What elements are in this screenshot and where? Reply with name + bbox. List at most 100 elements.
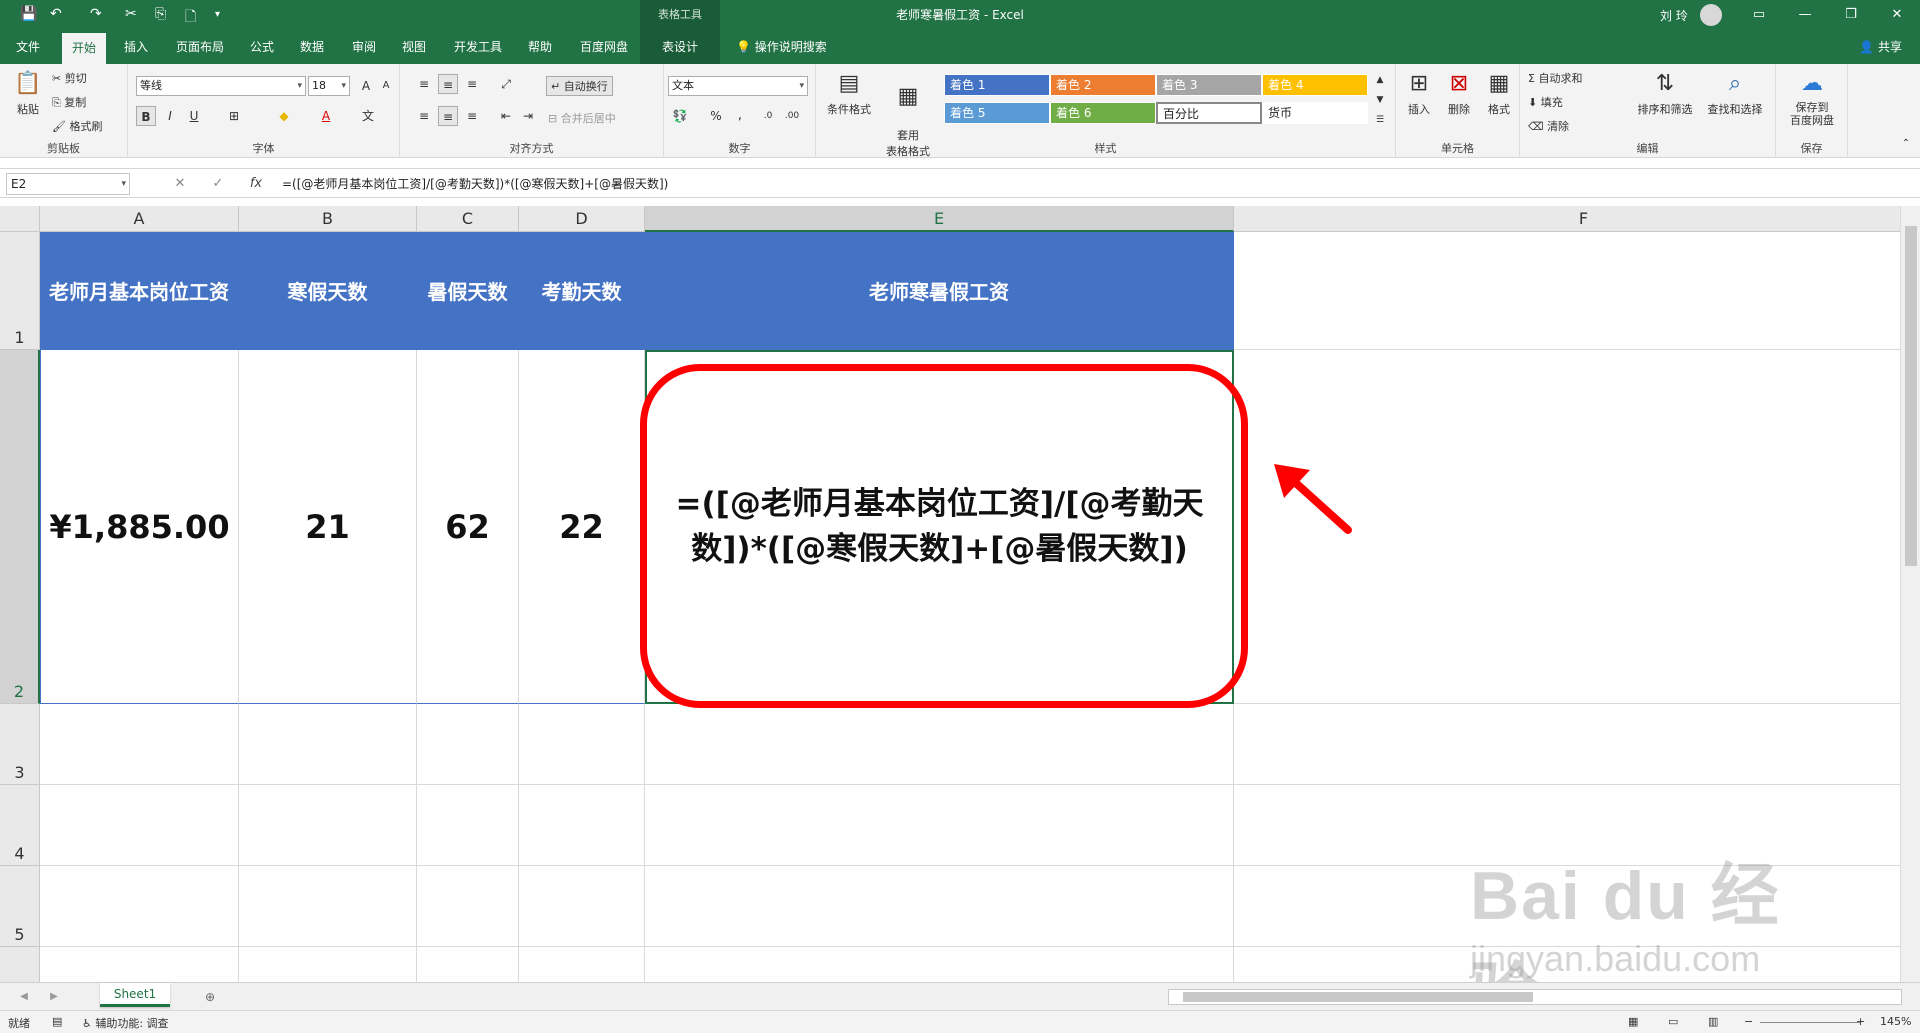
empty-cell[interactable] xyxy=(40,785,239,866)
next-sheet-icon[interactable]: ▶ xyxy=(44,987,64,1007)
collapse-ribbon-icon[interactable]: ⌃ xyxy=(1896,134,1916,154)
sheet-tab-sheet1[interactable]: Sheet1 xyxy=(100,983,170,1007)
tab-file[interactable]: 文件 xyxy=(6,30,50,64)
align-bottom-icon[interactable]: ≡ xyxy=(462,74,482,94)
find-select-button[interactable]: ⌕ 查找和选择 xyxy=(1700,70,1770,117)
increase-font-icon[interactable]: A xyxy=(356,76,376,96)
ribbon-display-icon[interactable]: ▭ xyxy=(1736,0,1782,30)
format-cells-button[interactable]: ▦ 格式 xyxy=(1480,70,1518,117)
align-middle-icon[interactable]: ≡ xyxy=(438,74,458,94)
increase-decimal-icon[interactable]: .0 xyxy=(758,106,778,126)
empty-cell[interactable] xyxy=(1234,704,1900,785)
styles-scroll-up-icon[interactable]: ▲ xyxy=(1370,70,1390,90)
table-header-cell[interactable]: 老师寒暑假工资 xyxy=(645,232,1234,350)
empty-cell[interactable] xyxy=(519,704,645,785)
save-as-icon[interactable]: ⎘ xyxy=(155,6,166,22)
empty-cell[interactable] xyxy=(645,866,1234,947)
style-accent-1[interactable]: 着色 1 xyxy=(944,74,1050,96)
empty-cell[interactable] xyxy=(239,947,417,982)
empty-cell[interactable] xyxy=(417,866,519,947)
copy-button[interactable]: ⎘ 复制 xyxy=(52,94,86,110)
orientation-icon[interactable]: ⤢ xyxy=(496,74,516,94)
delete-cells-button[interactable]: ⊠ 删除 xyxy=(1440,70,1478,117)
table-data-cell[interactable]: 21 xyxy=(239,350,417,704)
tab-insert[interactable]: 插入 xyxy=(114,30,158,64)
zoom-slider[interactable] xyxy=(1760,1022,1860,1023)
row-header-3[interactable]: 3 xyxy=(0,704,40,785)
empty-cell[interactable] xyxy=(1234,232,1900,350)
save-icon[interactable]: 💾 xyxy=(20,6,37,22)
empty-cell[interactable] xyxy=(645,947,1234,982)
tab-table-design[interactable]: 表设计 xyxy=(640,30,720,64)
vertical-scroll-thumb[interactable] xyxy=(1905,226,1917,566)
redo-icon[interactable]: ↷ xyxy=(90,6,102,22)
align-top-icon[interactable]: ≡ xyxy=(414,74,434,94)
format-painter-button[interactable]: 🖌 格式刷 xyxy=(52,118,102,134)
table-data-cell[interactable]: 62 xyxy=(417,350,519,704)
empty-cell[interactable] xyxy=(417,947,519,982)
empty-cell[interactable] xyxy=(417,704,519,785)
tab-view[interactable]: 视图 xyxy=(392,30,436,64)
row-header-5[interactable]: 5 xyxy=(0,866,40,947)
insert-cells-button[interactable]: ⊞ 插入 xyxy=(1400,70,1438,117)
zoom-out-icon[interactable]: − xyxy=(1744,1015,1753,1028)
zoom-level[interactable]: 145% xyxy=(1880,1015,1911,1028)
empty-cell[interactable] xyxy=(519,785,645,866)
align-right-icon[interactable]: ≡ xyxy=(462,106,482,126)
empty-cell[interactable] xyxy=(239,704,417,785)
table-header-cell[interactable]: 考勤天数 xyxy=(519,232,645,350)
column-header-e[interactable]: E xyxy=(645,206,1234,232)
decrease-decimal-icon[interactable]: .00 xyxy=(782,106,802,126)
horizontal-scrollbar[interactable] xyxy=(1168,989,1902,1005)
sort-filter-button[interactable]: ⇅ 排序和筛选 xyxy=(1632,70,1698,117)
tab-baidu-netdisk[interactable]: 百度网盘 xyxy=(570,30,638,64)
style-percent[interactable]: 百分比 xyxy=(1156,102,1262,124)
empty-cell[interactable] xyxy=(417,785,519,866)
style-accent-4[interactable]: 着色 4 xyxy=(1262,74,1368,96)
page-break-view-icon[interactable]: ▥ xyxy=(1708,1015,1718,1028)
empty-cell[interactable] xyxy=(40,947,239,982)
styles-scroll-down-icon[interactable]: ▼ xyxy=(1370,90,1390,110)
table-header-cell[interactable]: 暑假天数 xyxy=(417,232,519,350)
tab-data[interactable]: 数据 xyxy=(290,30,334,64)
fill-color-icon[interactable]: ◆ xyxy=(274,106,294,126)
empty-cell[interactable] xyxy=(40,866,239,947)
number-format-select[interactable]: 文本 ▾ xyxy=(668,76,808,96)
decrease-indent-icon[interactable]: ⇤ xyxy=(496,106,516,126)
percent-icon[interactable]: % xyxy=(706,106,726,126)
empty-cell[interactable] xyxy=(519,866,645,947)
border-icon[interactable]: ⊞ xyxy=(224,106,244,126)
insert-function-icon[interactable]: fx xyxy=(244,173,268,195)
tab-developer[interactable]: 开发工具 xyxy=(444,30,512,64)
table-header-cell[interactable]: 寒假天数 xyxy=(239,232,417,350)
table-data-cell[interactable]: 22 xyxy=(519,350,645,704)
cut-button[interactable]: ✂ 剪切 xyxy=(52,70,87,86)
customize-qat-icon[interactable]: ▾ xyxy=(215,9,220,20)
tab-page-layout[interactable]: 页面布局 xyxy=(166,30,234,64)
horizontal-scroll-thumb[interactable] xyxy=(1183,992,1533,1002)
column-header-d[interactable]: D xyxy=(519,206,645,232)
style-accent-2[interactable]: 着色 2 xyxy=(1050,74,1156,96)
currency-icon[interactable]: 💱 xyxy=(670,106,690,126)
row-header-4[interactable]: 4 xyxy=(0,785,40,866)
phonetic-icon[interactable]: 文 xyxy=(358,106,378,126)
empty-cell[interactable] xyxy=(239,785,417,866)
normal-view-icon[interactable]: ▦ xyxy=(1628,1015,1638,1028)
font-name-select[interactable]: 等线 ▾ xyxy=(136,76,306,96)
row-header-6[interactable] xyxy=(0,947,40,982)
style-accent-3[interactable]: 着色 3 xyxy=(1156,74,1262,96)
increase-indent-icon[interactable]: ⇥ xyxy=(518,106,538,126)
zoom-in-icon[interactable]: + xyxy=(1856,1015,1865,1028)
save-to-baidu-button[interactable]: ☁ 保存到 百度网盘 xyxy=(1778,70,1846,127)
underline-button[interactable]: U xyxy=(184,106,204,126)
font-color-icon[interactable]: A xyxy=(316,106,336,126)
column-header-b[interactable]: B xyxy=(239,206,417,232)
table-data-cell[interactable]: ¥1,885.00 xyxy=(40,350,239,704)
undo-icon[interactable]: ↶ xyxy=(50,6,62,22)
formula-input[interactable]: =([@老师月基本岗位工资]/[@考勤天数])*([@寒假天数]+[@暑假天数]… xyxy=(282,173,1882,195)
tell-me-search[interactable]: 💡 操作说明搜索 xyxy=(726,30,837,64)
name-box[interactable]: E2 ▾ xyxy=(6,173,130,195)
merge-center-button[interactable]: ⊟ 合并后居中 xyxy=(548,110,616,126)
empty-cell[interactable] xyxy=(519,947,645,982)
decrease-font-icon[interactable]: A xyxy=(376,76,396,96)
